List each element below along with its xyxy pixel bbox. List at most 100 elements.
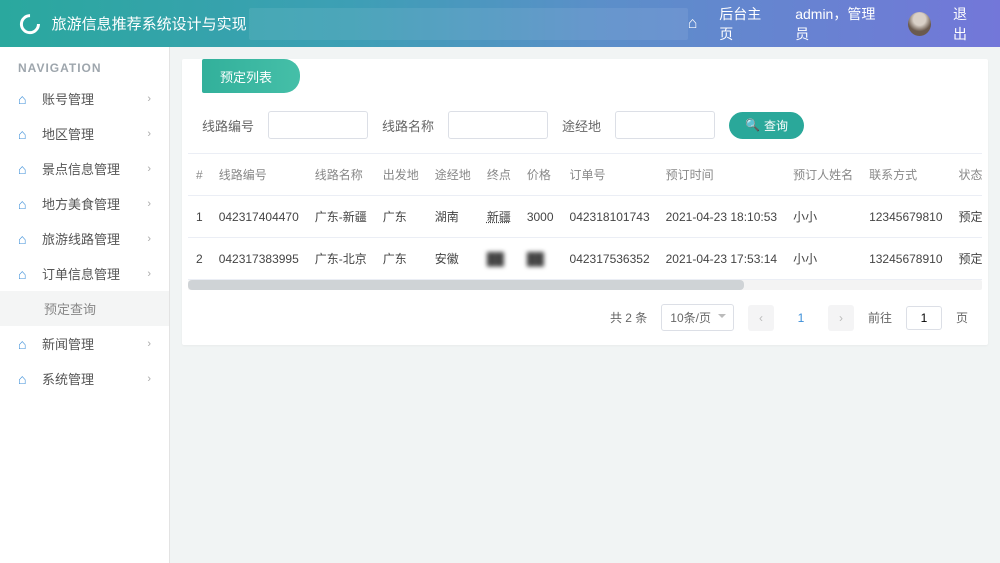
sidebar-item-spot[interactable]: ⌂ 景点信息管理 › [0,151,169,186]
next-page-button[interactable]: › [828,305,854,331]
cell-status: 预定成功 [951,238,983,280]
sidebar-item-system[interactable]: ⌂ 系统管理 › [0,361,169,396]
th-via: 途经地 [427,154,479,196]
cell-price: 3000 [519,196,562,238]
goto-suffix: 页 [956,309,968,326]
via-input[interactable] [615,111,715,139]
cell-status: 预定成功 [951,196,983,238]
home-icon: ⌂ [18,126,32,142]
cell-from: 广东 [375,196,427,238]
main-content: 预定列表 线路编号 线路名称 途经地 🔍 查询 # [170,47,1000,563]
goto-page-input[interactable] [906,306,942,330]
cell-order: 042317536352 [562,238,658,280]
cell-contact: 13245678910 [861,238,950,280]
cell-name: 广东-新疆 [307,196,375,238]
home-icon[interactable]: ⌂ [688,15,698,33]
sidebar-item-order[interactable]: ⌂ 订单信息管理 › [0,256,169,291]
table-wrap: # 线路编号 线路名称 出发地 途经地 终点 价格 订单号 预订时间 预订人姓名… [188,153,982,280]
sidebar-item-route[interactable]: ⌂ 旅游线路管理 › [0,221,169,256]
prev-page-button[interactable]: ‹ [748,305,774,331]
sidebar-item-label: 地方美食管理 [42,194,120,213]
home-icon: ⌂ [18,196,32,212]
th-from: 出发地 [375,154,427,196]
via-label: 途经地 [562,116,601,135]
search-icon: 🔍 [745,118,760,132]
cell-via: 安徽 [427,238,479,280]
app-header: 旅游信息推荐系统设计与实现 ⌂ 后台主页 admin，管理员 退出 [0,0,1000,47]
cell-order: 042318101743 [562,196,658,238]
app-title: 旅游信息推荐系统设计与实现 [52,13,247,34]
th-end: 终点 [479,154,519,196]
sidebar-item-label: 系统管理 [42,369,94,388]
search-button[interactable]: 🔍 查询 [729,112,804,139]
th-person: 预订人姓名 [785,154,861,196]
sidebar-item-label: 账号管理 [42,89,94,108]
pagination: 共 2 条 10条/页 ‹ 1 › 前往 页 [182,290,988,335]
search-button-label: 查询 [764,117,788,134]
sidebar-subitem-booking-query[interactable]: 预定查询 [0,291,169,326]
sidebar-item-label: 订单信息管理 [42,264,120,283]
cell-end: ██ [479,238,519,280]
logo-icon [16,9,44,37]
th-price: 价格 [519,154,562,196]
cell-via: 湖南 [427,196,479,238]
th-name: 线路名称 [307,154,375,196]
cell-price: ██ [519,238,562,280]
cell-code: 042317404470 [211,196,307,238]
table-row[interactable]: 2 042317383995 广东-北京 广东 安徽 ██ ██ 0423175… [188,238,982,280]
goto-prefix: 前往 [868,309,892,326]
booking-panel: 预定列表 线路编号 线路名称 途经地 🔍 查询 # [182,59,988,345]
backend-home-link[interactable]: 后台主页 [719,4,773,44]
chevron-right-icon: › [147,268,151,280]
route-code-label: 线路编号 [202,116,254,135]
logout-link[interactable]: 退出 [953,4,980,44]
chevron-right-icon: › [147,163,151,175]
nav-header: NAVIGATION [0,47,169,81]
home-icon: ⌂ [18,371,32,387]
sidebar-item-region[interactable]: ⌂ 地区管理 › [0,116,169,151]
sidebar-item-label: 新闻管理 [42,334,94,353]
header-search-area[interactable] [249,8,688,40]
page-number-button[interactable]: 1 [788,305,814,331]
chevron-right-icon: › [147,93,151,105]
chevron-right-icon: › [147,128,151,140]
home-icon: ⌂ [18,161,32,177]
cell-time: 2021-04-23 17:53:14 [658,238,785,280]
th-status: 状态 [951,154,983,196]
sidebar-item-food[interactable]: ⌂ 地方美食管理 › [0,186,169,221]
home-icon: ⌂ [18,336,32,352]
sidebar-item-account[interactable]: ⌂ 账号管理 › [0,81,169,116]
th-code: 线路编号 [211,154,307,196]
page-size-value: 10条/页 [670,311,711,325]
filter-row: 线路编号 线路名称 途经地 🔍 查询 [182,93,988,153]
chevron-right-icon: › [147,373,151,385]
booking-table: # 线路编号 线路名称 出发地 途经地 终点 价格 订单号 预订时间 预订人姓名… [188,153,982,280]
sidebar-item-label: 景点信息管理 [42,159,120,178]
horizontal-scrollbar[interactable] [188,280,982,290]
page-size-select[interactable]: 10条/页 [661,304,734,331]
table-row[interactable]: 1 042317404470 广东-新疆 广东 湖南 新疆 3000 04231… [188,196,982,238]
chevron-right-icon: › [147,198,151,210]
cell-time: 2021-04-23 18:10:53 [658,196,785,238]
cell-index: 1 [188,196,211,238]
user-info[interactable]: admin，管理员 [795,4,886,44]
sidebar-item-label: 地区管理 [42,124,94,143]
th-index: # [188,154,211,196]
th-time: 预订时间 [658,154,785,196]
sidebar: NAVIGATION ⌂ 账号管理 › ⌂ 地区管理 › ⌂ 景点信息管理 › … [0,47,170,563]
route-code-input[interactable] [268,111,368,139]
home-icon: ⌂ [18,231,32,247]
cell-person: 小小 [785,238,861,280]
th-contact: 联系方式 [861,154,950,196]
route-name-input[interactable] [448,111,548,139]
sidebar-item-label: 旅游线路管理 [42,229,120,248]
sidebar-item-news[interactable]: ⌂ 新闻管理 › [0,326,169,361]
avatar[interactable] [908,12,931,36]
chevron-right-icon: › [147,233,151,245]
cell-end: 新疆 [479,196,519,238]
home-icon: ⌂ [18,91,32,107]
cell-contact: 12345679810 [861,196,950,238]
total-text: 共 2 条 [610,309,647,326]
chevron-right-icon: › [147,338,151,350]
sidebar-item-label: 预定查询 [44,299,96,318]
